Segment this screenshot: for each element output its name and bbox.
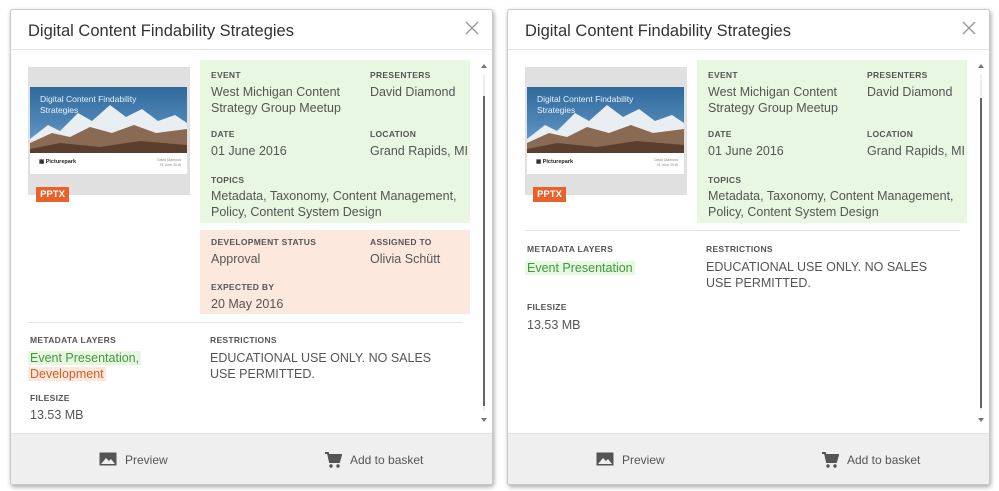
preview-label: Preview	[622, 453, 665, 467]
scroll-thumb[interactable]	[980, 98, 982, 409]
mountain-image: Digital Content Findability Strategies	[30, 87, 187, 153]
asset-detail-panel: Digital Content Findability Strategies D…	[507, 9, 990, 485]
panel-footer: Preview Add to basket	[11, 433, 492, 484]
date-label: DATE	[708, 129, 732, 139]
panel-header: Digital Content Findability Strategies	[11, 10, 492, 50]
expected-by-value: 20 May 2016	[211, 297, 284, 311]
scroll-up-icon[interactable]	[480, 62, 488, 70]
filesize-label: FILESIZE	[527, 302, 567, 312]
location-value: Grand Rapids, MI	[867, 144, 965, 158]
scroll-down-icon[interactable]	[977, 416, 985, 424]
date-value: 01 June 2016	[211, 144, 287, 158]
vertical-scrollbar[interactable]	[977, 62, 985, 424]
slide-preview: Digital Content Findability Strategies ▦…	[527, 87, 684, 174]
metadata-layer-tag-event[interactable]: Event Presentation	[525, 259, 635, 277]
section-divider	[525, 230, 960, 231]
assigned-to-value: Olivia Schütt	[370, 252, 441, 266]
topics-label: TOPICS	[211, 175, 245, 185]
topics-label: TOPICS	[708, 175, 742, 185]
metadata-layer-tag-development[interactable]: Development	[28, 365, 106, 383]
location-label: LOCATION	[370, 129, 417, 139]
asset-detail-panel: Digital Content Findability Strategies D…	[10, 9, 493, 485]
preview-label: Preview	[125, 453, 168, 467]
presenters-label: PRESENTERS	[370, 70, 431, 80]
image-icon	[99, 452, 117, 466]
panel-title: Digital Content Findability Strategies	[28, 22, 294, 40]
restrictions-label: RESTRICTIONS	[706, 244, 773, 254]
event-metadata-box: EVENT West Michigan Content Strategy Gro…	[200, 60, 470, 223]
event-label: EVENT	[211, 70, 241, 80]
cart-icon	[822, 452, 839, 468]
slide-title: Digital Content Findability Strategies	[40, 94, 137, 115]
presenters-label: PRESENTERS	[867, 70, 928, 80]
add-to-basket-label: Add to basket	[350, 453, 424, 467]
cart-icon	[325, 452, 342, 468]
topics-value: Metadata, Taxonomy, Content Management, …	[708, 189, 954, 219]
location-value: Grand Rapids, MI	[370, 144, 468, 158]
slide-title: Digital Content Findability Strategies	[537, 94, 634, 115]
picturepark-logo: ▦ Picturepark	[39, 159, 76, 165]
development-status-value: Approval	[211, 252, 261, 266]
restrictions-value: EDUCATIONAL USE ONLY. NO SALES USE PERMI…	[706, 260, 928, 290]
metadata-layers-label: METADATA LAYERS	[527, 244, 614, 254]
mountain-image: Digital Content Findability Strategies	[527, 87, 684, 153]
filesize-value: 13.53 MB	[527, 318, 581, 332]
file-type-badge: PPTX	[36, 187, 69, 202]
filesize-label: FILESIZE	[30, 393, 70, 403]
development-status-box: DEVELOPMENT STATUS Approval ASSIGNED TO …	[200, 230, 470, 314]
location-label: LOCATION	[867, 129, 914, 139]
date-value: 01 June 2016	[708, 144, 784, 158]
presenters-value: David Diamond	[370, 85, 456, 99]
topics-value: Metadata, Taxonomy, Content Management, …	[211, 189, 457, 219]
development-status-label: DEVELOPMENT STATUS	[211, 237, 317, 247]
panel-header: Digital Content Findability Strategies	[508, 10, 989, 50]
event-value: West Michigan Content Strategy Group Mee…	[708, 85, 838, 115]
slide-meta: David Diamond 01 June 2016	[654, 158, 678, 167]
metadata-layers-label: METADATA LAYERS	[30, 335, 117, 345]
close-icon[interactable]	[961, 19, 977, 37]
scroll-up-icon[interactable]	[977, 62, 985, 70]
date-label: DATE	[211, 129, 235, 139]
file-type-badge: PPTX	[533, 187, 566, 202]
asset-thumbnail[interactable]: Digital Content Findability Strategies ▦…	[525, 67, 687, 195]
restrictions-label: RESTRICTIONS	[210, 335, 277, 345]
scroll-thumb[interactable]	[483, 96, 485, 407]
slide-meta: David Diamond 01 June 2016	[157, 158, 181, 167]
event-label: EVENT	[708, 70, 738, 80]
image-icon	[596, 452, 614, 466]
slide-preview: Digital Content Findability Strategies ▦…	[30, 87, 187, 174]
picturepark-logo: ▦ Picturepark	[536, 159, 573, 165]
panel-title: Digital Content Findability Strategies	[525, 22, 791, 40]
expected-by-label: EXPECTED BY	[211, 282, 275, 292]
close-icon[interactable]	[464, 19, 480, 37]
event-metadata-box: EVENT West Michigan Content Strategy Gro…	[697, 60, 967, 223]
scroll-down-icon[interactable]	[480, 416, 488, 424]
presenters-value: David Diamond	[867, 85, 953, 99]
asset-thumbnail[interactable]: Digital Content Findability Strategies ▦…	[28, 67, 190, 195]
section-divider	[28, 322, 463, 323]
filesize-value: 13.53 MB	[30, 408, 84, 422]
event-value: West Michigan Content Strategy Group Mee…	[211, 85, 341, 115]
add-to-basket-label: Add to basket	[847, 453, 921, 467]
vertical-scrollbar[interactable]	[480, 62, 488, 424]
assigned-to-label: ASSIGNED TO	[370, 237, 432, 247]
panel-footer: Preview Add to basket	[508, 433, 989, 484]
restrictions-value: EDUCATIONAL USE ONLY. NO SALES USE PERMI…	[210, 351, 432, 381]
